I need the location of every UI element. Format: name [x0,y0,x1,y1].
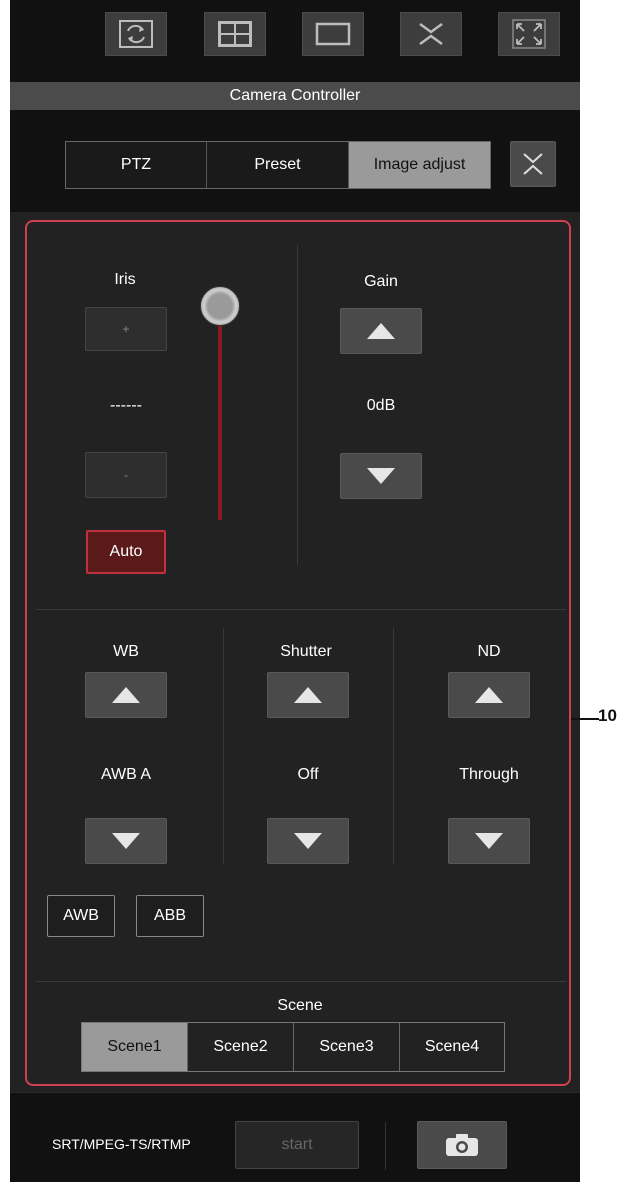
callout-number: 10 [598,706,617,725]
gain-up-button[interactable] [340,308,422,354]
scene-label: Scene [277,997,323,1014]
iris-minus-label: - [124,468,128,482]
wb-down-button[interactable] [85,818,167,864]
arrow-down-icon [367,468,395,484]
single-screen-button[interactable] [302,12,364,56]
stream-start-label: start [281,1136,313,1153]
wb-label: WB [113,643,139,660]
awb-button[interactable]: AWB [47,895,115,937]
gain-down-button[interactable] [340,453,422,499]
iris-minus-button[interactable]: - [85,452,167,498]
abb-label: ABB [153,907,186,924]
iris-auto-label: Auto [109,543,143,560]
awb-label: AWB [63,907,99,924]
scene-option-3[interactable]: Scene3 [294,1023,400,1071]
fullscreen-icon [512,19,546,49]
page-title: Camera Controller [229,87,361,104]
wb-value: AWB A [100,766,152,783]
divider [36,609,566,610]
wb-up-button[interactable] [85,672,167,718]
iris-slider-track[interactable] [218,318,222,520]
arrow-up-icon [294,687,322,703]
iris-plus-label: + [122,322,130,336]
stream-protocol-label: SRT/MPEG-TS/RTMP [52,1136,191,1152]
multi-screen-button[interactable] [204,12,266,56]
nd-up-button[interactable] [448,672,530,718]
collapse-toggle-icon [523,153,543,175]
stream-start-button[interactable]: start [235,1121,359,1169]
collapse-toggle-icon [419,22,443,46]
scene-option-4[interactable]: Scene4 [400,1023,504,1071]
refresh-screen-button[interactable] [105,12,167,56]
nd-value: Through [459,766,519,783]
multi-screen-icon [218,21,252,47]
divider [297,245,298,565]
fullscreen-button[interactable] [498,12,560,56]
arrow-up-icon [475,687,503,703]
scene-option-2[interactable]: Scene2 [188,1023,294,1071]
arrow-down-icon [112,833,140,849]
iris-label: Iris [114,271,136,288]
shutter-value: Off [297,766,319,783]
shutter-down-button[interactable] [267,818,349,864]
arrow-up-icon [112,687,140,703]
nd-label: ND [477,643,501,660]
nd-down-button[interactable] [448,818,530,864]
gain-label: Gain [364,273,398,290]
divider [10,1092,580,1093]
gain-value: 0dB [366,397,396,414]
shutter-label: Shutter [280,643,332,660]
snapshot-button[interactable] [417,1121,507,1169]
divider [223,628,224,864]
iris-slider-handle[interactable] [200,286,240,326]
divider [385,1122,386,1170]
abb-button[interactable]: ABB [136,895,204,937]
tab-preset[interactable]: Preset [207,142,349,188]
divider [393,628,394,864]
tab-image-adjust[interactable]: Image adjust [349,142,490,188]
collapse-toggle-button[interactable] [400,12,462,56]
tab-bar: PTZ Preset Image adjust [65,141,491,189]
iris-plus-button[interactable]: + [85,307,167,351]
iris-value: ------ [110,397,142,414]
divider [36,981,566,982]
arrow-down-icon [294,833,322,849]
scene-option-1[interactable]: Scene1 [82,1023,188,1071]
tab-ptz[interactable]: PTZ [66,142,207,188]
scene-selector: Scene1 Scene2 Scene3 Scene4 [81,1022,505,1072]
single-screen-icon [315,22,351,46]
refresh-screen-icon [119,20,153,48]
panel-collapse-button[interactable] [510,141,556,187]
arrow-up-icon [367,323,395,339]
shutter-up-button[interactable] [267,672,349,718]
callout-line [571,718,599,720]
header-bar: Camera Controller [10,82,580,110]
iris-auto-button[interactable]: Auto [86,530,166,574]
camera-icon [446,1134,478,1156]
arrow-down-icon [475,833,503,849]
